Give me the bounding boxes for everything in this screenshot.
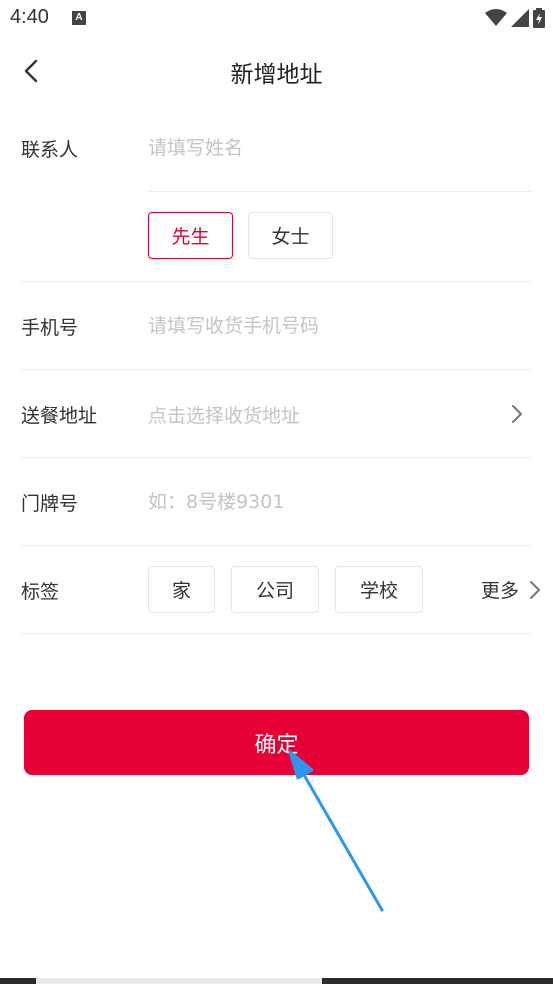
gender-option-label: 先生 bbox=[171, 226, 210, 248]
tag-option-company[interactable]: 公司 bbox=[231, 566, 319, 613]
divider bbox=[21, 633, 532, 634]
address-selector[interactable]: 点击选择收货地址 bbox=[148, 370, 531, 458]
address-row[interactable]: 送餐地址 点击选择收货地址 bbox=[0, 370, 553, 458]
confirm-button-label: 确定 bbox=[254, 732, 299, 758]
gender-row: 先生 女士 bbox=[0, 192, 553, 282]
battery-icon bbox=[533, 8, 545, 28]
contact-row: 联系人 bbox=[0, 104, 553, 192]
bottom-strip-inner bbox=[36, 978, 322, 984]
door-field bbox=[148, 458, 531, 546]
chevron-right-icon bbox=[530, 580, 540, 599]
bottom-strip bbox=[0, 978, 553, 984]
contact-label: 联系人 bbox=[21, 138, 79, 161]
door-row: 门牌号 bbox=[0, 458, 553, 546]
door-label: 门牌号 bbox=[21, 492, 79, 515]
phone-input[interactable] bbox=[148, 315, 531, 337]
address-placeholder: 点击选择收货地址 bbox=[148, 404, 301, 427]
tag-row: 标签 家 公司 学校 更多 bbox=[0, 546, 553, 634]
door-number-input[interactable] bbox=[148, 491, 531, 513]
status-time: 4:40 bbox=[10, 6, 49, 28]
nav-bar: 新增地址 bbox=[0, 40, 553, 102]
contact-name-input[interactable] bbox=[148, 137, 531, 159]
wifi-icon bbox=[485, 9, 507, 26]
tag-label: 标签 bbox=[21, 580, 60, 603]
gender-option-mr[interactable]: 先生 bbox=[148, 212, 233, 259]
chevron-right-icon bbox=[512, 405, 522, 423]
confirm-button[interactable]: 确定 bbox=[24, 710, 529, 775]
phone-label: 手机号 bbox=[21, 316, 79, 339]
tag-option-home[interactable]: 家 bbox=[148, 566, 215, 613]
signal-icon bbox=[511, 9, 529, 27]
contact-field bbox=[148, 104, 531, 192]
page-title: 新增地址 bbox=[230, 62, 323, 88]
address-form: 联系人 先生 女士 手机号 送餐地址 点击选择收货地址 bbox=[0, 104, 553, 634]
more-tags-label: 更多 bbox=[480, 580, 519, 602]
address-label: 送餐地址 bbox=[21, 404, 98, 427]
status-bar: 4:40 A bbox=[0, 0, 553, 36]
gender-option-label: 女士 bbox=[271, 226, 310, 248]
tag-option-label: 家 bbox=[171, 580, 191, 602]
phone-field bbox=[148, 282, 531, 370]
notification-icon: A bbox=[72, 11, 86, 25]
phone-row: 手机号 bbox=[0, 282, 553, 370]
gender-option-ms[interactable]: 女士 bbox=[248, 212, 333, 259]
more-tags-button[interactable]: 更多 bbox=[481, 566, 543, 613]
tag-option-school[interactable]: 学校 bbox=[335, 566, 423, 613]
status-icons bbox=[485, 8, 545, 28]
tag-option-label: 公司 bbox=[255, 580, 294, 602]
tag-option-label: 学校 bbox=[359, 580, 398, 602]
